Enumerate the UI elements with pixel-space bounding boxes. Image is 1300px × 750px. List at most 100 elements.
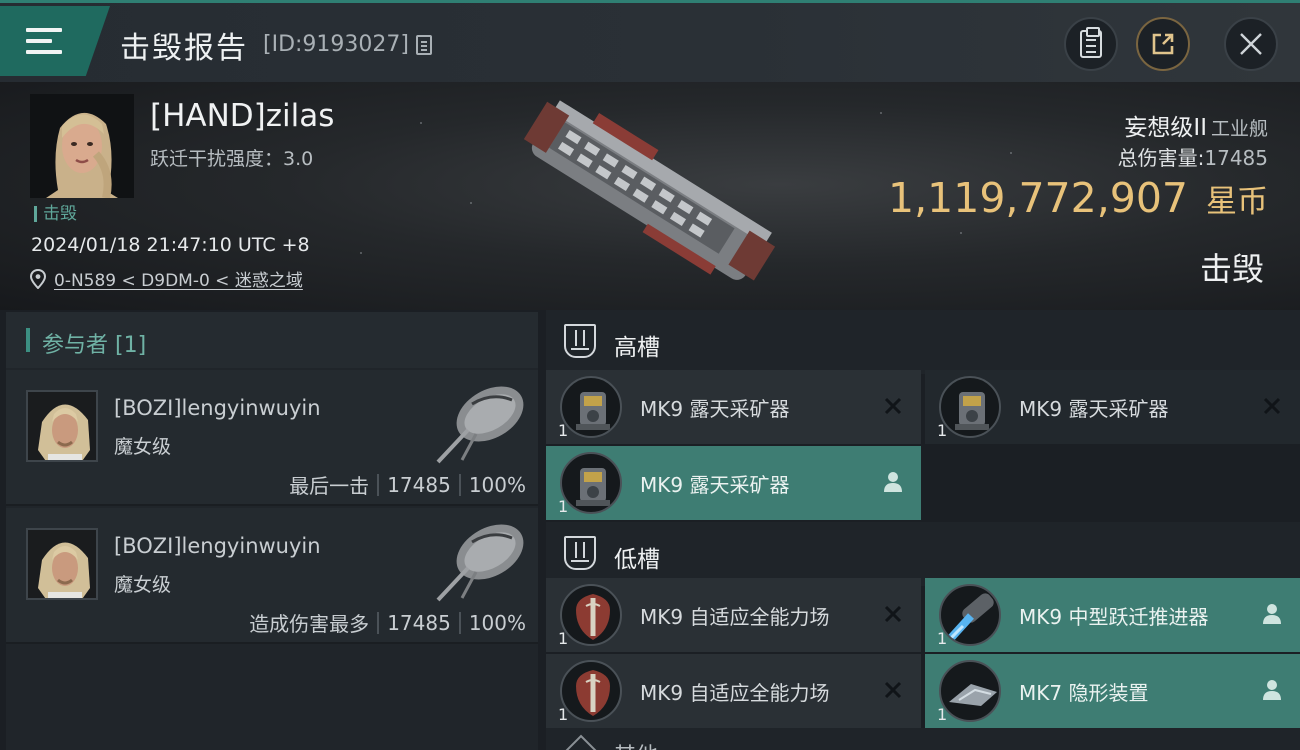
module-quantity: 1 — [558, 629, 569, 648]
attacker-avatar[interactable] — [26, 528, 98, 600]
divider — [377, 611, 380, 634]
victim-ship-class: 妄想级II 工业舰 — [1124, 108, 1268, 142]
attacker-ship-icon[interactable] — [432, 374, 532, 470]
participants-panel: 参与者 [1] [BOZI]lengyinwuyin 魔女级 最后一击 1748… — [6, 312, 538, 750]
copy-icon[interactable] — [416, 35, 432, 55]
top-accent-line — [0, 0, 1300, 3]
module-name: MK9 自适应全能力场 — [640, 605, 830, 629]
isk-unit: 星币 — [1206, 184, 1268, 220]
result-label: 击毁 — [1199, 250, 1264, 288]
page-title: 击毁报告 — [120, 31, 248, 66]
module-item[interactable]: 1 MK9 自适应全能力场 — [546, 654, 921, 728]
other-slot-icon — [562, 734, 600, 750]
module-name: MK9 露天采矿器 — [640, 397, 790, 421]
attacker-ship: 魔女级 — [114, 574, 172, 596]
low-slot-header: 低槽 — [546, 522, 1300, 586]
destroyed-icon — [881, 678, 905, 702]
shield-hardener-icon — [560, 660, 622, 722]
cloaking-device-icon — [939, 660, 1001, 722]
other-slot-header: 其他 — [546, 728, 1300, 750]
victim-portrait[interactable] — [30, 94, 134, 198]
divider — [458, 611, 461, 634]
module-quantity: 1 — [937, 421, 948, 440]
module-quantity: 1 — [558, 497, 569, 516]
module-quantity: 1 — [937, 705, 948, 724]
victim-summary: [HAND]zilas 跃迁干扰强度：3.0 击毁 2024/01/18 21:… — [0, 82, 1300, 310]
attacker-role: 造成伤害最多 — [249, 612, 370, 636]
low-slot-label: 低槽 — [614, 547, 660, 573]
low-slot-icon — [564, 536, 596, 570]
module-item[interactable]: 1 MK7 隐形装置 — [925, 654, 1300, 728]
attacker-damage: 17485 — [387, 610, 451, 635]
strip-miner-icon — [560, 452, 622, 514]
module-name: MK9 露天采矿器 — [1019, 397, 1169, 421]
attacker-row[interactable]: [BOZI]lengyinwuyin 魔女级 造成伤害最多 17485 100% — [6, 508, 538, 644]
module-quantity: 1 — [937, 629, 948, 648]
ship-type: 工业舰 — [1210, 118, 1268, 140]
attacker-name[interactable]: [BOZI]lengyinwuyin — [114, 534, 321, 558]
module-item[interactable]: 1 MK9 露天采矿器 — [546, 370, 921, 444]
dropped-person-icon — [1260, 602, 1284, 626]
isk-amount: 1,119,772,907 — [888, 174, 1188, 222]
attacker-damage: 17485 — [387, 472, 451, 497]
menu-button[interactable] — [0, 6, 110, 76]
high-slot-icon — [564, 324, 596, 358]
ship-name[interactable]: 妄想级II — [1124, 115, 1207, 141]
attacker-avatar[interactable] — [26, 390, 98, 462]
destroyed-icon — [881, 394, 905, 418]
report-id: [ID:9193027] — [263, 32, 409, 57]
dropped-person-icon — [881, 470, 905, 494]
high-slot-label: 高槽 — [614, 335, 660, 361]
total-damage-label: 总伤害量: — [1117, 146, 1205, 170]
attacker-role: 最后一击 — [289, 474, 370, 498]
close-button[interactable] — [1224, 17, 1278, 71]
attacker-row[interactable]: [BOZI]lengyinwuyin 魔女级 最后一击 17485 100% — [6, 370, 538, 506]
module-item[interactable]: 1 MK9 中型跃迁推进器 — [925, 578, 1300, 652]
kill-tag: 击毁 — [34, 206, 77, 223]
dropped-person-icon — [1260, 678, 1284, 702]
attacker-ship-icon[interactable] — [432, 512, 532, 608]
destroyed-icon — [1260, 394, 1284, 418]
close-icon — [1240, 33, 1262, 55]
module-quantity: 1 — [558, 421, 569, 440]
location-pin-icon — [30, 268, 46, 289]
victim-name[interactable]: [HAND]zilas — [150, 98, 334, 134]
high-slot-header: 高槽 — [546, 310, 1300, 374]
strip-miner-icon — [939, 376, 1001, 438]
attacker-stats: 造成伤害最多 17485 100% — [249, 608, 526, 637]
isk-value: 1,119,772,907 星币 — [888, 174, 1268, 222]
module-name: MK7 隐形装置 — [1019, 681, 1149, 705]
location-text[interactable]: 0-N589 < D9DM-0 < 迷惑之域 — [54, 266, 303, 291]
strip-miner-icon — [560, 376, 622, 438]
module-name: MK9 中型跃迁推进器 — [1019, 605, 1209, 629]
microwarpdrive-icon — [939, 584, 1001, 646]
destroyed-icon — [881, 602, 905, 626]
total-damage: 总伤害量:17485 — [1118, 142, 1268, 171]
warp-disruption-strength: 跃迁干扰强度：3.0 — [150, 148, 314, 170]
module-name: MK9 露天采矿器 — [640, 473, 790, 497]
other-slot-label: 其他 — [614, 738, 658, 750]
module-name: MK9 自适应全能力场 — [640, 681, 830, 705]
kill-time: 2024/01/18 21:47:10 UTC +8 — [31, 234, 310, 256]
top-bar: 击毁报告 [ID:9193027] — [0, 0, 1300, 82]
victim-ship-image — [523, 100, 776, 281]
module-item[interactable]: 1 MK9 自适应全能力场 — [546, 578, 921, 652]
share-icon — [1152, 33, 1174, 55]
share-button[interactable] — [1136, 17, 1190, 71]
location-link[interactable]: 0-N589 < D9DM-0 < 迷惑之域 — [30, 266, 303, 291]
shield-hardener-icon — [560, 584, 622, 646]
total-damage-value: 17485 — [1204, 146, 1268, 170]
attacker-percent: 100% — [468, 610, 526, 635]
clipboard-icon — [1080, 27, 1102, 58]
module-item[interactable]: 1 MK9 露天采矿器 — [925, 370, 1300, 444]
module-item[interactable]: 1 MK9 露天采矿器 — [546, 446, 921, 520]
module-quantity: 1 — [558, 705, 569, 724]
attacker-name[interactable]: [BOZI]lengyinwuyin — [114, 396, 321, 420]
hamburger-icon — [26, 28, 62, 54]
participants-title: 参与者 [1] — [42, 333, 147, 358]
clipboard-button[interactable] — [1064, 17, 1118, 71]
participants-header: 参与者 [1] — [6, 312, 538, 368]
header-accent-bar — [26, 328, 30, 352]
attacker-stats: 最后一击 17485 100% — [289, 470, 526, 499]
divider — [377, 473, 380, 496]
